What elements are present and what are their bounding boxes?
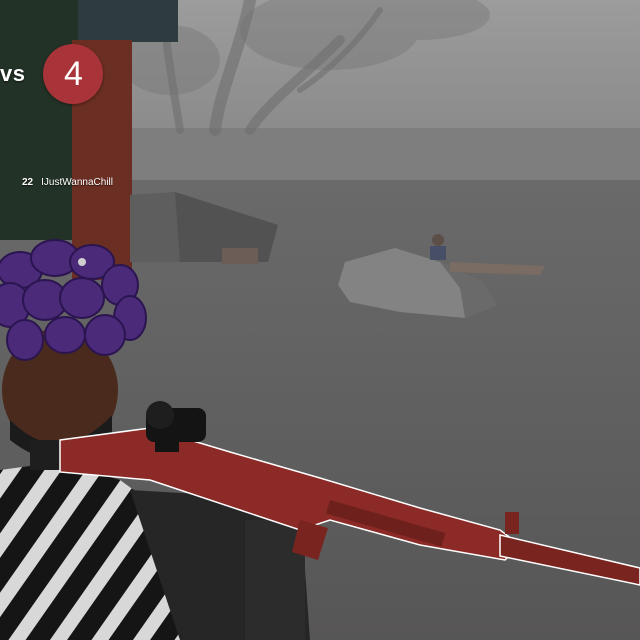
rifle-front-sight <box>505 512 519 534</box>
game-viewport[interactable]: vs 4 22 IJustWannaChill <box>0 0 640 640</box>
distant-player <box>430 234 446 260</box>
small-crate <box>222 248 258 264</box>
killfeed-entry: 22 IJustWannaChill <box>22 177 113 188</box>
killfeed-number: 22 <box>22 177 34 188</box>
killfeed-player-name: IJustWannaChill <box>41 177 114 188</box>
building-roof <box>78 0 178 42</box>
hair-bead-icon <box>78 258 86 266</box>
score-badge: 4 <box>43 44 104 104</box>
vs-label: vs <box>0 61 26 86</box>
team-score-hud: vs 4 <box>0 44 104 104</box>
building-wall <box>0 0 78 240</box>
fog-wall <box>120 128 640 188</box>
